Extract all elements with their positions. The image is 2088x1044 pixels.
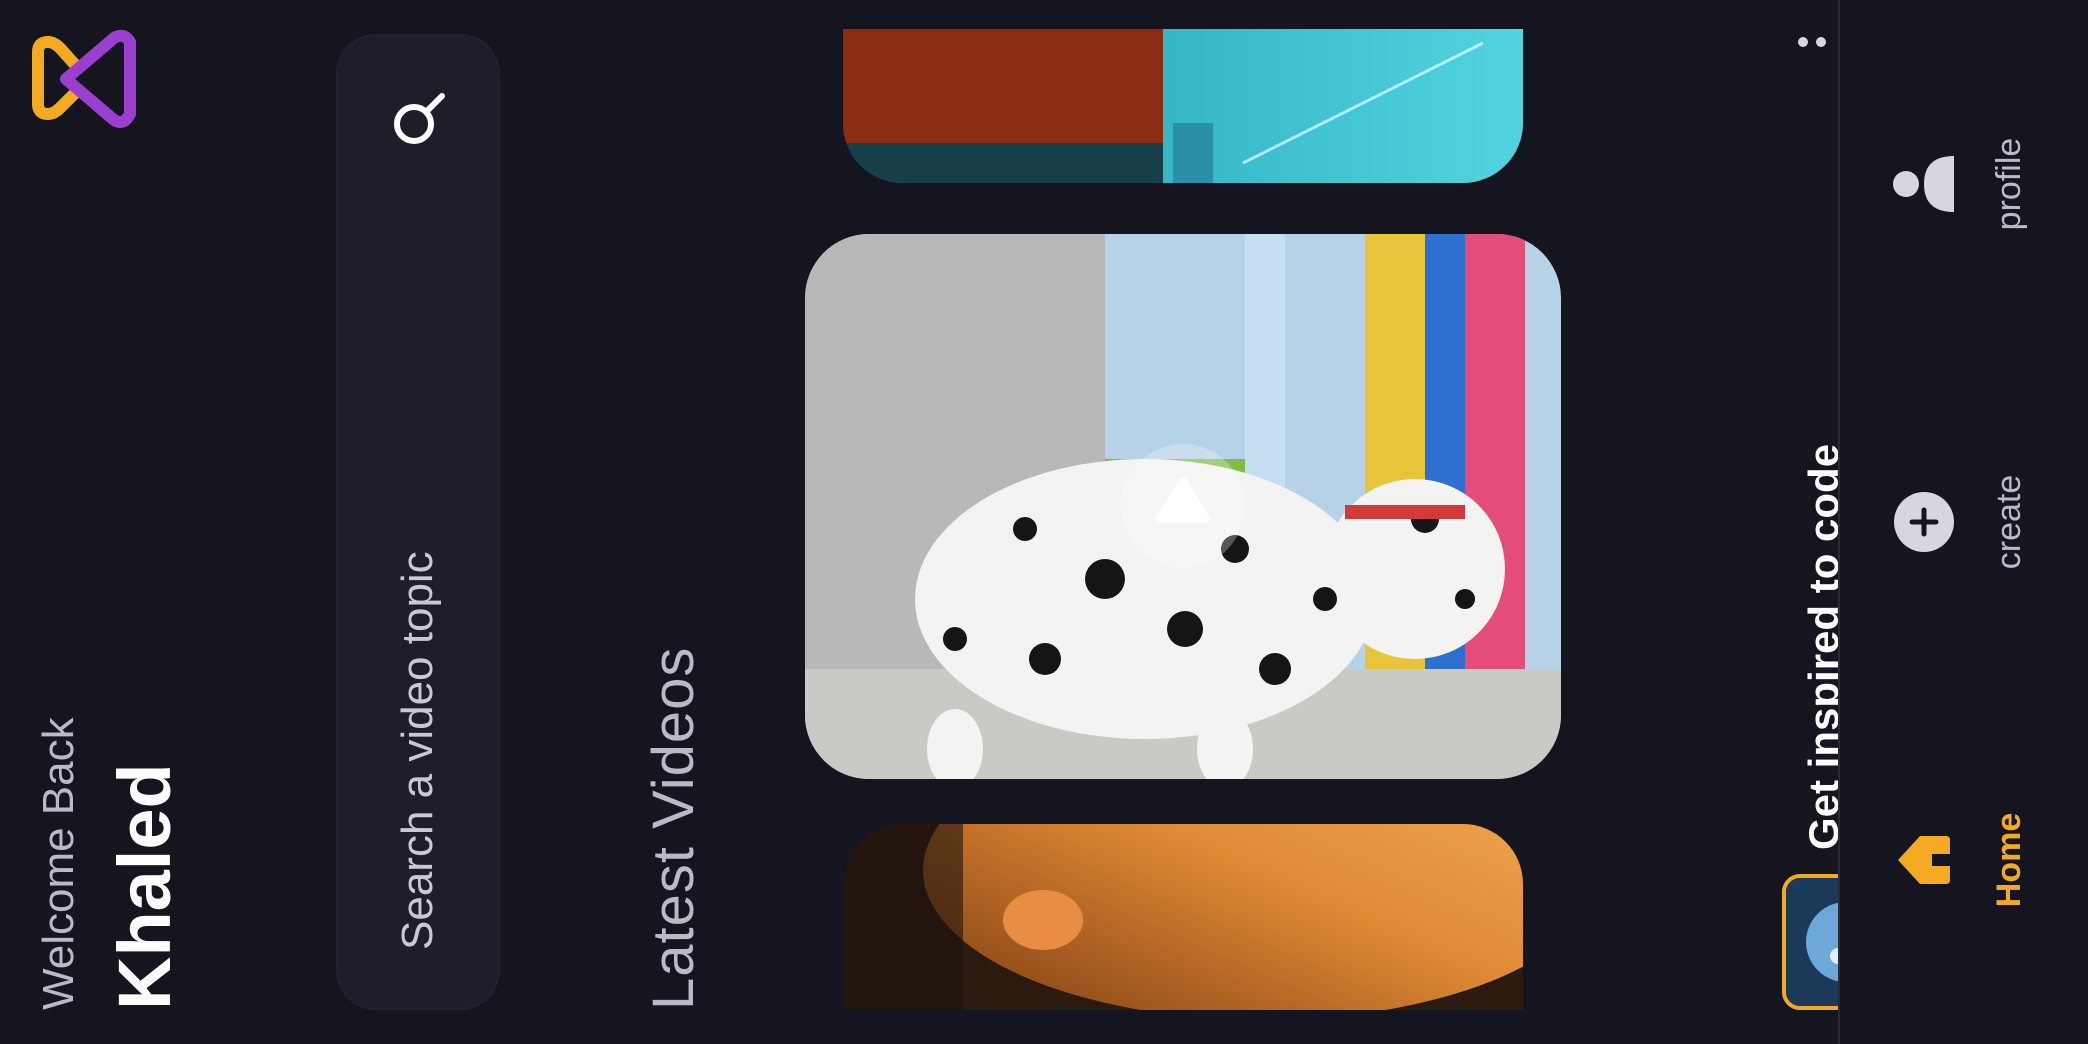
play-icon <box>1156 477 1210 524</box>
nav-item-profile[interactable]: profile <box>1840 64 2088 304</box>
plus-circle-icon <box>1892 490 1956 554</box>
video-card-dalmatian-dog[interactable] <box>805 234 1561 779</box>
play-button[interactable] <box>1121 444 1245 569</box>
app-logo-icon <box>30 24 150 134</box>
home-icon <box>1892 828 1956 892</box>
video-card-portrait-closeup[interactable] <box>843 824 1523 1010</box>
section-title: Latest Videos <box>641 646 706 1010</box>
search-input[interactable]: Search a video topic <box>393 551 443 950</box>
welcome-text: Welcome Back <box>34 717 83 1010</box>
nav-label-create: create <box>1990 474 2028 570</box>
username: Khaled <box>103 763 186 1010</box>
nav-item-create[interactable]: create <box>1840 402 2088 642</box>
more-options-icon[interactable] <box>1795 32 1835 52</box>
search-bar[interactable]: Search a video topic <box>336 34 500 1010</box>
nav-label-profile: profile <box>1990 137 2028 231</box>
nav-item-home[interactable]: Home <box>1840 740 2088 980</box>
search-icon[interactable] <box>388 90 448 150</box>
video-card-teal-cyberpunk[interactable] <box>843 29 1523 183</box>
app-screen: Welcome Back Khaled Search a video topic… <box>0 0 2088 1044</box>
profile-icon <box>1892 152 1956 216</box>
nav-label-home: Home <box>1990 812 2028 908</box>
bottom-nav: Home create profile <box>1838 0 2088 1044</box>
